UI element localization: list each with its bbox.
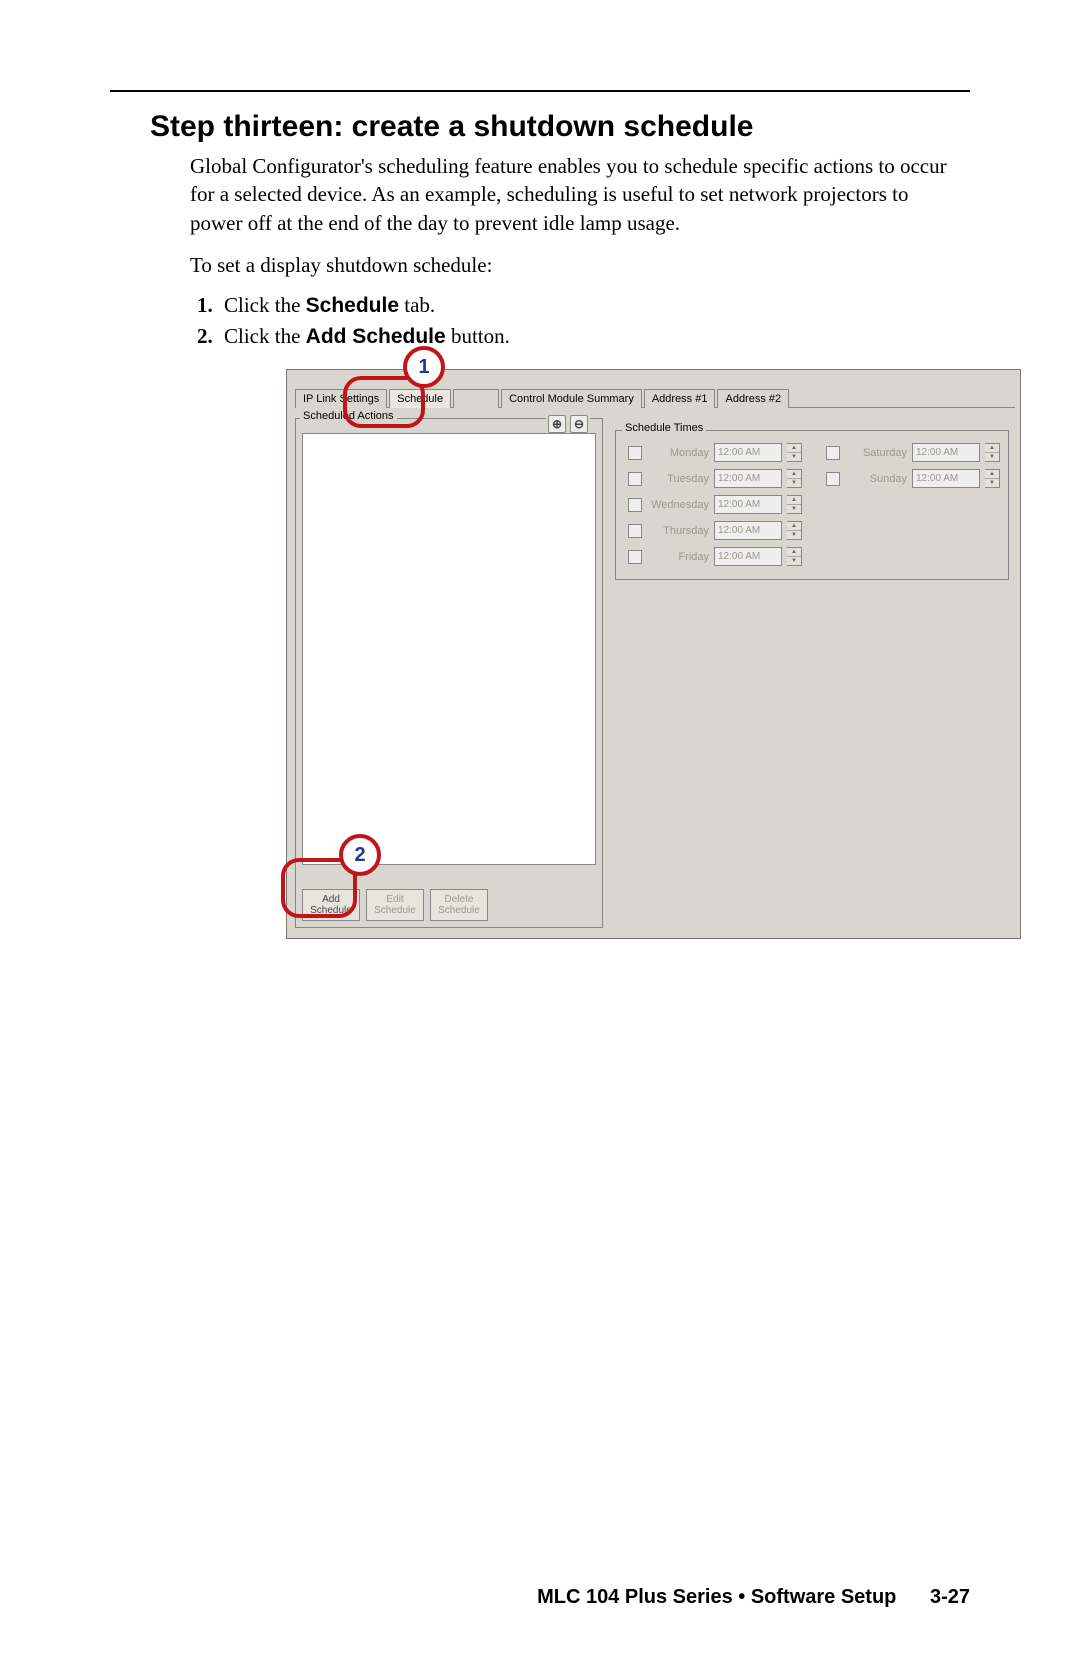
label-saturday: Saturday xyxy=(845,447,907,459)
time-sunday: 12:00 AM xyxy=(912,469,980,488)
checkbox-wednesday xyxy=(628,498,642,512)
spinner-saturday: ▲▼ xyxy=(985,443,1000,462)
step-2: Click the Add Schedule button. xyxy=(218,324,970,349)
checkbox-sunday xyxy=(826,472,840,486)
label-sunday: Sunday xyxy=(845,473,907,485)
day-sunday-row: Sunday 12:00 AM ▲▼ xyxy=(826,469,1000,488)
spinner-friday: ▲▼ xyxy=(787,547,802,566)
top-rule xyxy=(110,90,970,92)
tab-control-module-summary[interactable]: Control Module Summary xyxy=(501,389,642,408)
tab-hidden[interactable] xyxy=(453,389,499,408)
tab-address-1[interactable]: Address #1 xyxy=(644,389,716,408)
edit-schedule-button: Edit Schedule xyxy=(366,889,424,921)
tab-address-2[interactable]: Address #2 xyxy=(717,389,789,408)
label-thursday: Thursday xyxy=(647,525,709,537)
spinner-tuesday: ▲▼ xyxy=(787,469,802,488)
delete-schedule-button: Delete Schedule xyxy=(430,889,488,921)
callout-badge-1: 1 xyxy=(403,346,445,388)
footer-page-number: 3-27 xyxy=(930,1586,970,1608)
page-footer: MLC 104 Plus Series • Software Setup 3-2… xyxy=(537,1586,970,1609)
document-page: Step thirteen: create a shutdown schedul… xyxy=(0,0,1080,1669)
time-friday: 12:00 AM xyxy=(714,547,782,566)
footer-title: MLC 104 Plus Series • Software Setup xyxy=(537,1586,896,1608)
label-monday: Monday xyxy=(647,447,709,459)
label-tuesday: Tuesday xyxy=(647,473,709,485)
checkbox-friday xyxy=(628,550,642,564)
spinner-thursday: ▲▼ xyxy=(787,521,802,540)
instruction-lead: To set a display shutdown schedule: xyxy=(190,251,950,279)
day-friday-row: Friday 12:00 AM ▲▼ xyxy=(628,547,802,566)
spinner-sunday: ▲▼ xyxy=(985,469,1000,488)
day-saturday-row: Saturday 12:00 AM ▲▼ xyxy=(826,443,1000,462)
scheduled-actions-list[interactable] xyxy=(302,433,596,865)
day-wednesday-row: Wednesday 12:00 AM ▲▼ xyxy=(628,495,802,514)
day-thursday-row: Thursday 12:00 AM ▲▼ xyxy=(628,521,802,540)
time-monday: 12:00 AM xyxy=(714,443,782,462)
spinner-wednesday: ▲▼ xyxy=(787,495,802,514)
checkbox-thursday xyxy=(628,524,642,538)
label-friday: Friday xyxy=(647,551,709,563)
checkbox-monday xyxy=(628,446,642,460)
time-saturday: 12:00 AM xyxy=(912,443,980,462)
time-tuesday: 12:00 AM xyxy=(714,469,782,488)
collapse-icon[interactable]: ⊖ xyxy=(570,415,588,433)
spinner-monday: ▲▼ xyxy=(787,443,802,462)
day-tuesday-row: Tuesday 12:00 AM ▲▼ xyxy=(628,469,802,488)
label-wednesday: Wednesday xyxy=(647,499,709,511)
step-list: Click the Schedule tab. Click the Add Sc… xyxy=(190,293,970,349)
step-1: Click the Schedule tab. xyxy=(218,293,970,318)
time-thursday: 12:00 AM xyxy=(714,521,782,540)
checkbox-saturday xyxy=(826,446,840,460)
app-screenshot: 1 2 IP Link Settings Schedule Control Mo… xyxy=(286,369,1021,939)
intro-paragraph: Global Configurator's scheduling feature… xyxy=(190,152,950,237)
schedule-times-group: Schedule Times Monday 12:00 AM ▲▼ Tuesda… xyxy=(615,430,1009,580)
expand-icon[interactable]: ⊕ xyxy=(548,415,566,433)
schedule-times-legend: Schedule Times xyxy=(622,422,706,434)
scheduled-actions-tools: ⊕ ⊖ xyxy=(546,415,590,433)
section-heading: Step thirteen: create a shutdown schedul… xyxy=(150,110,970,144)
checkbox-tuesday xyxy=(628,472,642,486)
day-monday-row: Monday 12:00 AM ▲▼ xyxy=(628,443,802,462)
time-wednesday: 12:00 AM xyxy=(714,495,782,514)
